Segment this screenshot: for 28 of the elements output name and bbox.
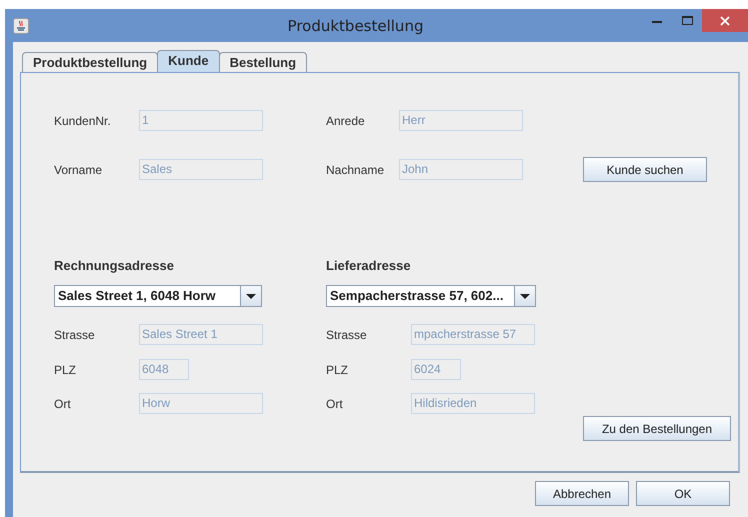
maximize-icon (682, 16, 692, 24)
tab[interactable]: Bestellung (218, 52, 308, 72)
field-label: Ort (326, 396, 344, 410)
field-label: KundenNr. (54, 114, 112, 128)
section-heading: Rechnungsadresse (54, 258, 175, 274)
section-heading: Lieferadresse (326, 258, 412, 274)
field-label: PLZ (326, 362, 350, 376)
dropdown-arrow-icon (246, 294, 256, 298)
orders-button[interactable]: Zu den Bestellungen (583, 416, 731, 441)
dialog-button[interactable]: OK (636, 481, 730, 506)
field-label: Ort (54, 396, 72, 410)
close-icon (720, 16, 730, 26)
field-label: Vorname (54, 162, 104, 176)
field-label: Nachname (326, 162, 386, 176)
window-title: Produktbestellung (286, 16, 424, 34)
field-label: PLZ (54, 362, 78, 376)
dialog-button[interactable]: Abbrechen (535, 481, 629, 506)
address-dropdown[interactable]: Sales Street 1, 6048 Horw (54, 285, 262, 307)
java-cup-icon (13, 18, 29, 34)
address-dropdown[interactable]: Sempacherstrasse 57, 602... (326, 285, 536, 307)
tab[interactable]: Kunde (157, 50, 220, 72)
close-button[interactable] (702, 9, 748, 32)
dropdown-arrow-icon (520, 294, 530, 298)
tab[interactable]: Produktbestellung (22, 52, 158, 72)
search-button[interactable]: Kunde suchen (583, 157, 707, 182)
field-label: Anrede (326, 114, 366, 128)
field-label: Strasse (326, 328, 368, 342)
field-label: Strasse (54, 328, 96, 342)
